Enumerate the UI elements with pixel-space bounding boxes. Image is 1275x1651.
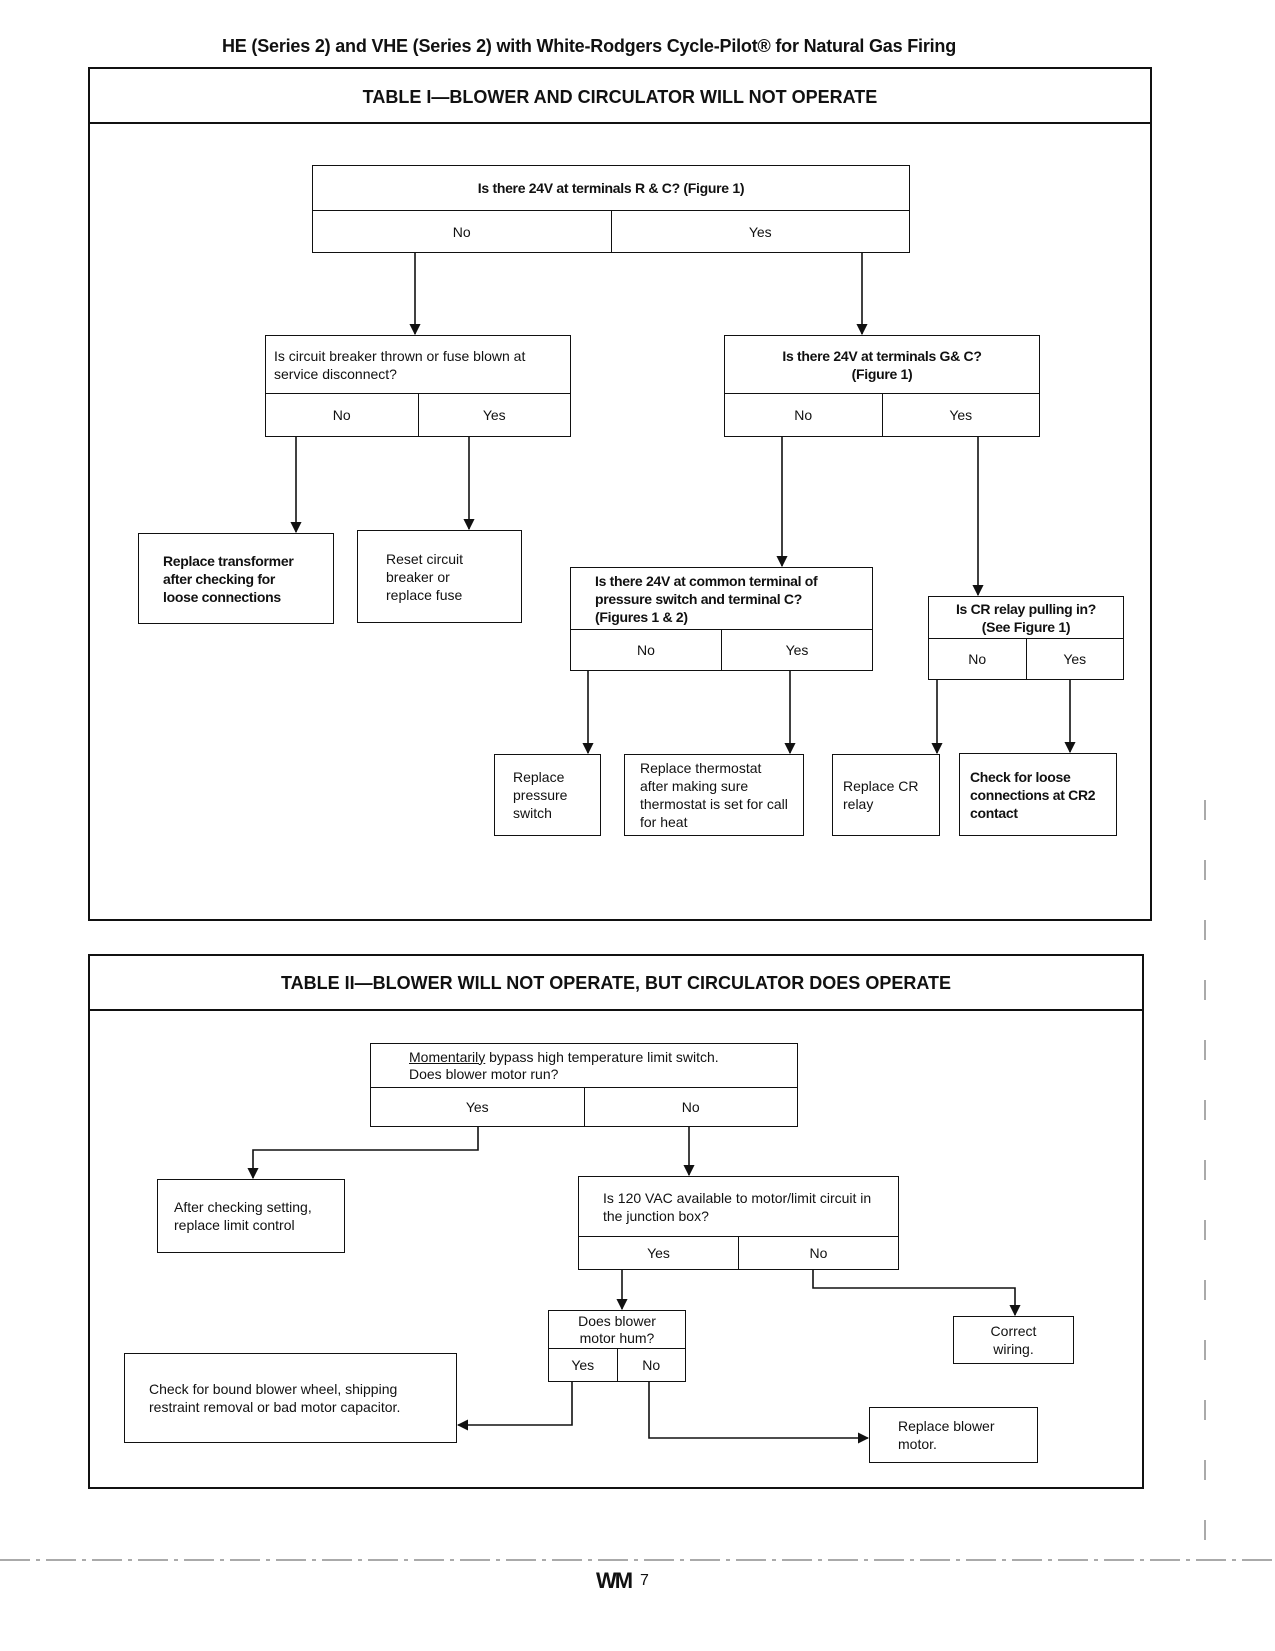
brand-logo: WM — [596, 1568, 633, 1593]
arrow-bypass-yes — [247, 1127, 479, 1180]
page-number: 7 — [640, 1572, 649, 1589]
arrow-hum-yes — [456, 1382, 573, 1431]
arrow-hum-no — [648, 1382, 870, 1444]
flowchart-connectors — [0, 253, 1275, 1561]
arrow-120-no — [812, 1270, 1021, 1317]
